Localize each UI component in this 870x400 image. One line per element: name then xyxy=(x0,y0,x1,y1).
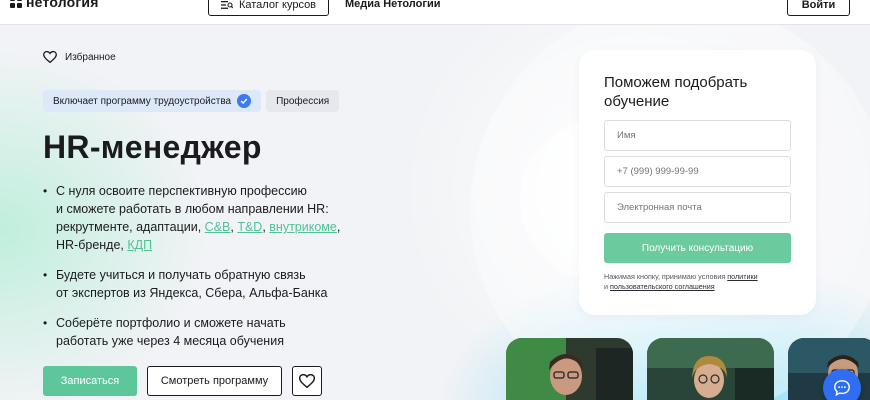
heart-icon xyxy=(43,51,57,63)
badges-row: Включает программу трудоустройства Профе… xyxy=(43,90,340,112)
link-td[interactable]: Т&D xyxy=(237,220,262,234)
consultation-form-card: Поможем подобрать обучение Получить конс… xyxy=(579,50,816,315)
logo-mark-icon xyxy=(10,0,22,8)
link-kdp[interactable]: КДП xyxy=(127,238,152,252)
catalog-icon xyxy=(220,1,233,9)
course-actions: Записаться Смотреть программу xyxy=(43,366,322,396)
logo[interactable]: нетология xyxy=(10,0,99,10)
employment-badge: Включает программу трудоустройства xyxy=(43,90,262,112)
benefit-1-line-3: рекрутменте, адаптации, xyxy=(56,220,205,234)
profession-badge: Профессия xyxy=(266,90,340,112)
consent-text: Нажимая кнопку, принимаю условия политик… xyxy=(604,272,794,291)
catalog-button[interactable]: Каталог курсов xyxy=(208,0,329,16)
chat-icon xyxy=(834,380,850,397)
view-program-button[interactable]: Смотреть программу xyxy=(147,366,282,396)
media-link[interactable]: Медиа Нетологии xyxy=(345,0,440,10)
course-title: HR-менеджер xyxy=(43,129,262,165)
form-title: Поможем подобрать обучение xyxy=(604,74,748,110)
email-field[interactable] xyxy=(604,192,791,223)
policy-link[interactable]: политики xyxy=(727,272,757,281)
top-navigation-bar: нетология Каталог курсов Медиа Нетологии… xyxy=(0,0,870,25)
expert-photo-2 xyxy=(647,338,774,400)
add-to-favorites-button[interactable] xyxy=(292,366,322,396)
benefit-item-3: Соберёте портфолио и сможете начать рабо… xyxy=(43,314,373,350)
benefit-1-line-1: С нуля освоите перспективную профессию xyxy=(56,184,307,198)
verified-check-icon xyxy=(237,94,252,108)
benefit-item-1: С нуля освоите перспективную профессию и… xyxy=(43,182,373,254)
benefit-3-line-2: работать уже через 4 месяца обучения xyxy=(56,334,284,348)
enroll-button[interactable]: Записаться xyxy=(43,366,137,396)
benefit-2-line-1: Будете учиться и получать обратную связь xyxy=(56,268,306,282)
link-cb[interactable]: С&В xyxy=(205,220,231,234)
get-consultation-button[interactable]: Получить консультацию xyxy=(604,233,791,263)
employment-badge-label: Включает программу трудоустройства xyxy=(53,95,232,107)
catalog-label: Каталог курсов xyxy=(238,0,317,11)
logo-text: нетология xyxy=(26,0,99,10)
course-benefits-list: С нуля освоите перспективную профессию и… xyxy=(43,182,373,362)
name-field[interactable] xyxy=(604,120,791,151)
benefit-item-2: Будете учиться и получать обратную связь… xyxy=(43,266,373,302)
phone-field[interactable] xyxy=(604,156,791,187)
chat-button[interactable] xyxy=(823,369,861,400)
benefit-2-line-2: от экспертов из Яндекса, Сбера, Альфа-Ба… xyxy=(56,286,328,300)
login-button[interactable]: Войти xyxy=(787,0,850,16)
user-agreement-link[interactable]: пользовательского соглашения xyxy=(610,282,715,291)
expert-photo-1 xyxy=(506,338,633,400)
heart-icon xyxy=(299,374,315,388)
consent-prefix: Нажимая кнопку, принимаю условия xyxy=(604,272,728,281)
link-internal-comms[interactable]: внутрикоме xyxy=(269,220,337,234)
benefit-3-line-1: Соберёте портфолио и сможете начать xyxy=(56,316,286,330)
favorites-link[interactable]: Избранное xyxy=(43,51,116,63)
benefit-1-line-4: HR-бренде, xyxy=(56,238,128,252)
favorites-label: Избранное xyxy=(65,51,116,63)
benefit-1-line-2: и сможете работать в любом направлении H… xyxy=(56,202,329,216)
